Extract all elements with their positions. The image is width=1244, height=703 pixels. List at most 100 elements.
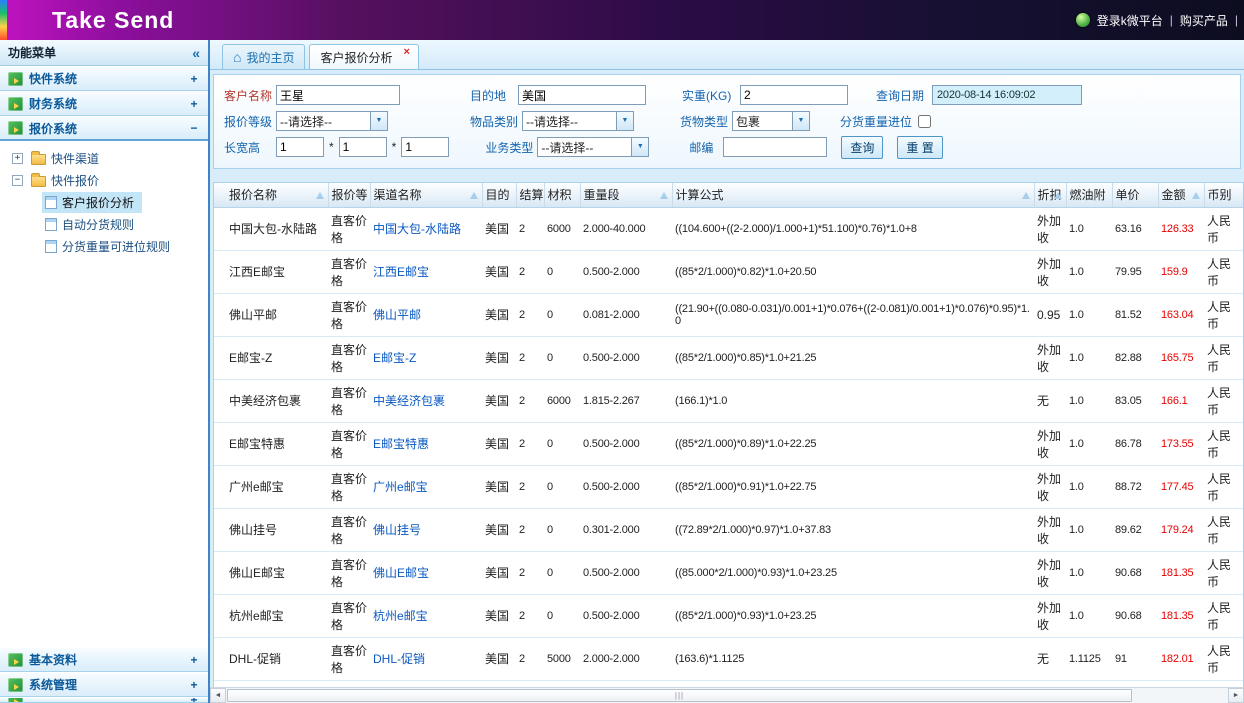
module-icon bbox=[8, 72, 23, 86]
sidebar-item-system-management[interactable]: 系统管理+ bbox=[0, 672, 208, 697]
column-header-settlement[interactable]: 结算 bbox=[516, 183, 544, 207]
column-header-fuel[interactable]: 燃油附 bbox=[1066, 183, 1112, 207]
module-icon bbox=[8, 697, 23, 703]
channel-link[interactable]: 佛山挂号 bbox=[373, 523, 421, 537]
sidebar-item-quote-system[interactable]: 报价系统− bbox=[0, 116, 208, 141]
channel-link[interactable]: 江西E邮宝 bbox=[373, 265, 429, 279]
scroll-right-button[interactable]: ► bbox=[1228, 688, 1244, 703]
length-input[interactable] bbox=[276, 137, 324, 157]
cell-unit_price: 63.16 bbox=[1112, 207, 1158, 250]
cell-price_level: 直客价格 bbox=[328, 336, 370, 379]
width-input[interactable] bbox=[339, 137, 387, 157]
business-type-select[interactable]: --请选择-- ▼ bbox=[537, 137, 649, 157]
tree-leaf-auto-allocation-rules[interactable]: 自动分货规则 bbox=[0, 213, 208, 235]
cell-formula: ((72.89*2/1.000)*0.97)*1.0+37.83 bbox=[672, 508, 1034, 551]
tree-folder-express-channel[interactable]: +快件渠道 bbox=[0, 147, 208, 169]
query-button[interactable]: 查询 bbox=[841, 136, 883, 159]
results-grid: 报价名称报价等渠道名称目的结算材积重量段 计算公式 折扣燃油附单价金额币别中国大包-… bbox=[213, 182, 1244, 687]
cell-volume: 6000 bbox=[544, 379, 580, 422]
column-header-formula[interactable]: 计算公式 bbox=[672, 183, 1034, 207]
item-category-select[interactable]: --请选择-- ▼ bbox=[522, 111, 634, 131]
channel-link[interactable]: 中美经济包裹 bbox=[373, 394, 445, 408]
tab-home[interactable]: ⌂我的主页 bbox=[222, 44, 305, 69]
channel-link[interactable]: 佛山平邮 bbox=[373, 308, 421, 322]
quote-level-select[interactable]: --请选择-- ▼ bbox=[276, 111, 388, 131]
channel-link[interactable]: 广州e邮宝 bbox=[373, 480, 428, 494]
cell-weight_range: 0.500-2.000 bbox=[580, 250, 672, 293]
module-icon bbox=[8, 121, 23, 135]
cell-destination: 美国 bbox=[482, 207, 516, 250]
split-weight-checkbox[interactable] bbox=[918, 115, 931, 128]
customer-name-input[interactable] bbox=[276, 85, 400, 105]
channel-link[interactable]: E邮宝-Z bbox=[373, 351, 416, 365]
scroll-track[interactable]: ||| bbox=[226, 688, 1228, 703]
column-header-currency[interactable]: 币别 bbox=[1204, 183, 1244, 207]
cell-destination: 美国 bbox=[482, 250, 516, 293]
cell-settlement: 2 bbox=[516, 422, 544, 465]
table-row: 中国大包-水陆路直客价格中国大包-水陆路美国260002.000-40.000(… bbox=[214, 207, 1244, 250]
table-row: 佛山挂号直客价格佛山挂号美国200.301-2.000((72.89*2/1.0… bbox=[214, 508, 1244, 551]
column-label: 重量段 bbox=[584, 188, 620, 202]
postcode-input[interactable] bbox=[723, 137, 827, 157]
tree-leaf-customer-quote-analysis[interactable]: 客户报价分析 bbox=[0, 191, 208, 213]
cell-currency: 人民币 bbox=[1204, 422, 1244, 465]
height-input[interactable] bbox=[401, 137, 449, 157]
scroll-left-button[interactable]: ◄ bbox=[210, 688, 226, 703]
table-row: DHL-促销直客价格DHL-促销美国250002.000-2.000(163.6… bbox=[214, 637, 1244, 680]
cell-amount: 179.24 bbox=[1158, 508, 1204, 551]
channel-link[interactable]: 杭州e邮宝 bbox=[373, 609, 428, 623]
column-header-amount[interactable]: 金额 bbox=[1158, 183, 1204, 207]
column-header-discount[interactable]: 折扣 bbox=[1034, 183, 1066, 207]
brand-strip bbox=[0, 0, 7, 40]
column-header-name[interactable]: 报价名称 bbox=[214, 183, 328, 207]
column-header-destination[interactable]: 目的 bbox=[482, 183, 516, 207]
reset-button[interactable]: 重 置 bbox=[897, 136, 942, 159]
table-row: 广州e邮宝直客价格广州e邮宝美国200.500-2.000((85*2/1.00… bbox=[214, 465, 1244, 508]
tab-customer-quote-analysis[interactable]: 客户报价分析× bbox=[309, 44, 418, 69]
sidebar-item-basic-data[interactable]: 基本资料+ bbox=[0, 647, 208, 672]
column-header-weight_range[interactable]: 重量段 bbox=[580, 183, 672, 207]
column-header-volume[interactable]: 材积 bbox=[544, 183, 580, 207]
channel-link[interactable]: DHL-促销 bbox=[373, 652, 425, 666]
table-row: 中美经济包裹直客价格中美经济包裹美国260001.815-2.267(166.1… bbox=[214, 379, 1244, 422]
cell-fuel: 1.0 bbox=[1066, 207, 1112, 250]
column-label: 计算公式 bbox=[676, 188, 724, 202]
cell-price_level: 直客价格 bbox=[328, 379, 370, 422]
cell-channel: 佛山挂号 bbox=[370, 508, 482, 551]
weight-input[interactable] bbox=[740, 85, 848, 105]
sidebar-item-finance-system[interactable]: 财务系统+ bbox=[0, 91, 208, 116]
cell-discount: 外加收 bbox=[1034, 336, 1066, 379]
login-kwei-link[interactable]: 登录k微平台 bbox=[1097, 12, 1163, 29]
cargo-type-select[interactable]: 包裹 ▼ bbox=[732, 111, 810, 131]
destination-input[interactable] bbox=[518, 85, 646, 105]
cell-price_level: 直客价格 bbox=[328, 508, 370, 551]
sidebar-item-express-system[interactable]: 快件系统+ bbox=[0, 66, 208, 91]
buy-product-link[interactable]: 购买产品 bbox=[1180, 12, 1228, 29]
tree-toggle-icon[interactable]: + bbox=[12, 153, 23, 164]
channel-link[interactable]: 佛山E邮宝 bbox=[373, 566, 429, 580]
cell-formula: ((85*2/1.000)*0.82)*1.0+20.50 bbox=[672, 250, 1034, 293]
channel-link[interactable]: E邮宝特惠 bbox=[373, 437, 429, 451]
channel-link[interactable]: 中国大包-水陆路 bbox=[373, 222, 461, 236]
query-date-field[interactable]: 2020-08-14 16:09:02 bbox=[932, 85, 1082, 105]
cell-unit_price: 86.78 bbox=[1112, 422, 1158, 465]
tree-item-label: 自动分货规则 bbox=[62, 216, 134, 233]
tree-toggle-icon[interactable]: − bbox=[12, 175, 23, 186]
cell-settlement: 2 bbox=[516, 594, 544, 637]
dimension-separator: * bbox=[329, 140, 334, 154]
cell-channel: DHL-促销 bbox=[370, 637, 482, 680]
collapse-sidebar-icon[interactable]: « bbox=[192, 45, 200, 61]
scroll-thumb[interactable]: ||| bbox=[227, 689, 1132, 702]
cell-weight_range: 0.500-2.000 bbox=[580, 551, 672, 594]
tree-folder-express-quote[interactable]: −快件报价 bbox=[0, 169, 208, 191]
column-header-price_level[interactable]: 报价等 bbox=[328, 183, 370, 207]
cell-price_level: 直客价格 bbox=[328, 207, 370, 250]
dropdown-arrow-icon: ▼ bbox=[792, 112, 809, 130]
column-header-unit_price[interactable]: 单价 bbox=[1112, 183, 1158, 207]
column-header-channel[interactable]: 渠道名称 bbox=[370, 183, 482, 207]
search-form: 客户名称 目的地 实重(KG) 查询日期 2020-08-14 16:09:02… bbox=[213, 74, 1241, 169]
tree-leaf-split-weight-carry-rules[interactable]: 分货重量可进位规则 bbox=[0, 235, 208, 257]
close-tab-icon[interactable]: × bbox=[404, 46, 410, 58]
cargo-type-value: 包裹 bbox=[733, 113, 792, 130]
sidebar-item-partial-bottom[interactable]: + bbox=[0, 697, 208, 703]
